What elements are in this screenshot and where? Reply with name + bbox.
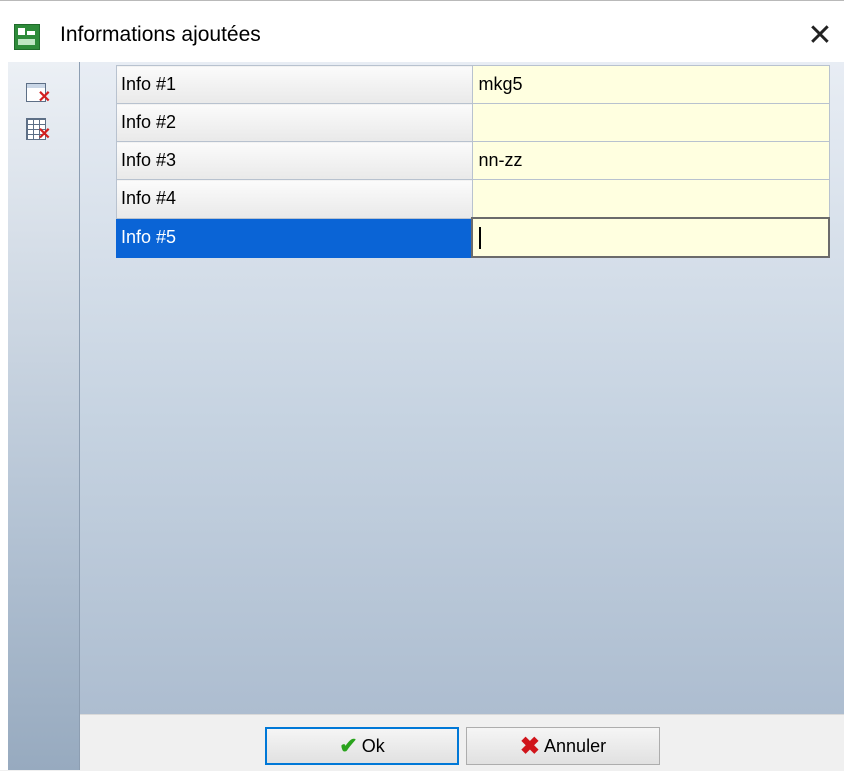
title-bar: Informations ajoutées ✕	[0, 0, 844, 63]
row-label: Info #2	[116, 103, 473, 142]
cross-icon: ✖	[519, 732, 541, 760]
table-row[interactable]: Info #2	[116, 103, 830, 142]
table-row[interactable]: Info #4	[116, 179, 830, 219]
row-value-field[interactable]: mkg5	[471, 65, 830, 104]
button-bar: ✔ Ok ✖ Annuler	[80, 714, 844, 771]
info-panel: Info #1 mkg5 Info #2 Info #3 nn-zz Info …	[80, 62, 844, 714]
table-row[interactable]: Info #1 mkg5	[116, 65, 830, 104]
clear-field-button[interactable]: ✕	[25, 81, 51, 106]
red-x-icon: ✕	[37, 89, 51, 106]
row-value-field[interactable]	[471, 179, 830, 219]
cancel-button[interactable]: ✖ Annuler	[466, 727, 660, 765]
row-label: Info #4	[116, 179, 473, 219]
table-row-selected[interactable]: Info #5	[116, 217, 830, 258]
checkmark-icon: ✔	[339, 733, 358, 758]
row-value-field-editing[interactable]	[471, 217, 830, 258]
row-label: Info #3	[116, 141, 473, 180]
red-x-icon: ✕	[37, 126, 51, 143]
cancel-label: Annuler	[544, 735, 607, 756]
ok-button[interactable]: ✔ Ok	[265, 727, 459, 765]
row-label: Info #1	[116, 65, 473, 104]
dialog-window: Informations ajoutées ✕ ✕ ✕ Info #1 mkg5…	[0, 0, 844, 771]
left-toolbar: ✕ ✕	[8, 62, 80, 770]
text-caret	[479, 226, 481, 249]
clear-table-button[interactable]: ✕	[25, 118, 51, 143]
close-button[interactable]: ✕	[796, 15, 844, 55]
ok-label: Ok	[361, 735, 385, 756]
table-row[interactable]: Info #3 nn-zz	[116, 141, 830, 180]
info-table: Info #1 mkg5 Info #2 Info #3 nn-zz Info …	[116, 65, 830, 258]
app-icon	[14, 24, 40, 50]
close-icon: ✕	[807, 18, 833, 52]
row-label: Info #5	[116, 217, 473, 258]
window-title: Informations ajoutées	[60, 23, 261, 46]
row-value-field[interactable]: nn-zz	[471, 141, 830, 180]
row-value-field[interactable]	[471, 103, 830, 142]
